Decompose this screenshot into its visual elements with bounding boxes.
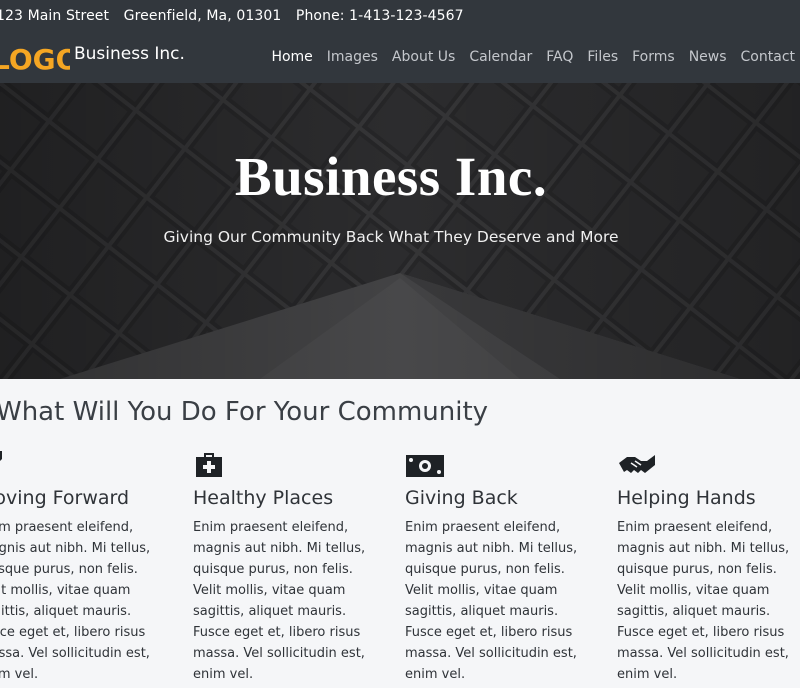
hero-subtitle: Giving Our Community Back What They Dese… [163,228,619,246]
feature-title: Moving Forward [0,487,130,509]
feature-text: Enim praesent eleifend, magnis aut nibh.… [617,520,790,682]
nav-forms[interactable]: Forms [632,49,675,65]
main-navbar: LOGO Business Inc. Home Images About Us … [0,32,800,83]
nav-calendar[interactable]: Calendar [469,49,532,65]
brand-name[interactable]: Business Inc. [74,44,185,64]
nav-home[interactable]: Home [271,49,312,65]
features-section: What Will You Do For Your Community Movi… [0,379,800,688]
feature-text: Enim praesent eleifend, magnis aut nibh.… [193,520,366,682]
feature-text: Enim praesent eleifend, magnis aut nibh.… [405,520,578,682]
nav-files[interactable]: Files [587,49,618,65]
nav-news[interactable]: News [689,49,727,65]
feature-title: Helping Hands [617,487,756,509]
logo-text: LOGO [0,43,70,76]
money-bill-icon [406,455,444,477]
feature-helping-hands: Helping Hands Enim praesent eleifend, ma… [617,449,800,685]
nav-faq[interactable]: FAQ [546,49,573,65]
main-nav: Home Images About Us Calendar FAQ Files … [257,49,795,65]
features-heading: What Will You Do For Your Community [0,397,489,427]
feature-title: Giving Back [405,487,518,509]
contact-info: 123 Main Street Greenfield, Ma, 01301 Ph… [0,8,474,24]
nav-contact[interactable]: Contact [741,49,795,65]
city-text: Greenfield, Ma, 01301 [123,8,282,24]
phone-text[interactable]: Phone: 1-413-123-4567 [296,8,464,24]
address-text: 123 Main Street [0,8,110,24]
feature-healthy-places: Healthy Places Enim praesent eleifend, m… [193,449,383,685]
feature-moving-forward: Moving Forward Enim praesent eleifend, m… [0,449,168,685]
first-aid-kit-icon [196,453,222,477]
handshake-icon [619,455,655,473]
nav-images[interactable]: Images [327,49,378,65]
hero-title: Business Inc. [234,146,548,207]
feature-text: Enim praesent eleifend, magnis aut nibh.… [0,520,151,682]
nav-about-us[interactable]: About Us [392,49,455,65]
feature-title: Healthy Places [193,487,334,509]
key-icon [0,451,2,461]
feature-giving-back: Giving Back Enim praesent eleifend, magn… [405,449,595,685]
hero-banner: Business Inc. Giving Our Community Back … [0,83,800,379]
logo[interactable]: LOGO [0,40,70,76]
top-info-bar: 123 Main Street Greenfield, Ma, 01301 Ph… [0,0,800,32]
